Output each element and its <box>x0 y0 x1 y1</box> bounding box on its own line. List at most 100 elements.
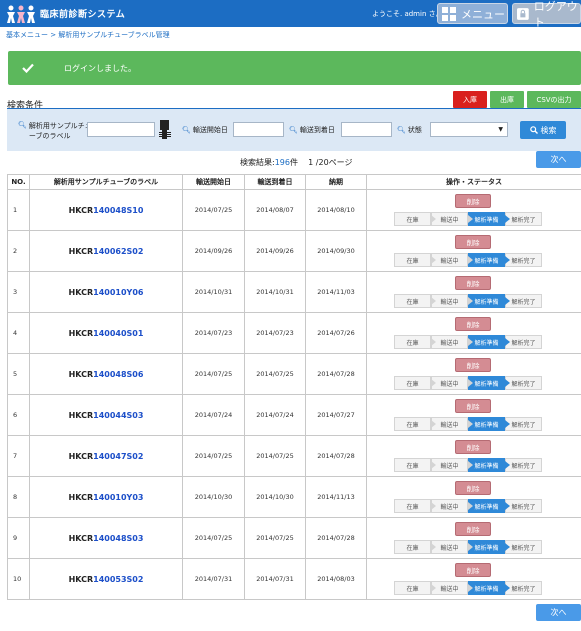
status-step: 解析完了 <box>505 253 542 267</box>
start-date-cell: 2014/10/30 <box>182 476 245 518</box>
table-row: 6 HKCR140044S03 2014/07/24 2014/07/24 20… <box>7 394 581 436</box>
start-date-cell: 2014/07/31 <box>182 558 245 600</box>
tube-label-cell[interactable]: HKCR140048S03 <box>29 517 183 559</box>
tube-label-text-2: ーブのラベル <box>28 132 71 140</box>
label-number[interactable]: 140040S01 <box>93 329 143 338</box>
label-number[interactable]: 140047S02 <box>93 452 143 461</box>
table-row: 10 HKCR140053S02 2014/07/31 2014/07/31 2… <box>7 558 581 600</box>
status-step-label: 輸送中 <box>440 421 459 429</box>
operations-cell: 削除 在庫 輸送中 解析準備 解析完了 <box>366 230 581 272</box>
label-number[interactable]: 140048S06 <box>93 370 143 379</box>
tube-label-text-1: 解析用サンプルチュ <box>28 122 92 130</box>
search-icon: 🔍︎ <box>182 126 191 134</box>
status-steps: 在庫 輸送中 解析準備 解析完了 <box>394 376 542 390</box>
label-prefix: HKCR <box>68 246 94 256</box>
status-step: 輸送中 <box>431 335 473 349</box>
status-step: 輸送中 <box>431 540 473 554</box>
arrival-date-cell: 2014/07/23 <box>244 312 306 354</box>
status-step: 在庫 <box>394 335 436 349</box>
due-date-cell: 2014/07/28 <box>305 353 367 395</box>
search-button[interactable]: 検索 <box>520 121 566 139</box>
delete-button[interactable]: 削除 <box>455 276 491 290</box>
delete-button[interactable]: 削除 <box>455 194 491 208</box>
label-number[interactable]: 140044S03 <box>93 411 143 420</box>
label-number[interactable]: 140048S03 <box>93 534 143 543</box>
label-prefix: HKCR <box>68 410 94 420</box>
result-suffix: 件 <box>289 158 298 167</box>
status-step: 解析完了 <box>505 294 542 308</box>
arrival-date-cell: 2014/10/31 <box>244 271 306 313</box>
tube-label-cell[interactable]: HKCR140053S02 <box>29 558 183 600</box>
status-step-label: 解析準備 <box>474 544 499 552</box>
start-date-cell: 2014/07/25 <box>182 353 245 395</box>
status-step: 解析準備 <box>468 540 510 554</box>
next-page-button-top[interactable]: 次へ <box>536 151 581 168</box>
result-count: 196 <box>274 158 290 167</box>
check-icon <box>8 51 48 85</box>
status-step-label: 解析準備 <box>474 339 499 347</box>
logo-figures-icon <box>7 5 35 23</box>
stock-out-button[interactable]: 出庫 <box>490 91 524 108</box>
arrival-date-label: 🔍︎ 輸送到着日 <box>289 125 335 135</box>
row-number: 4 <box>7 312 30 354</box>
status-step: 輸送中 <box>431 212 473 226</box>
result-prefix: 検索結果: <box>240 158 275 167</box>
status-step-label: 解析準備 <box>474 257 499 265</box>
delete-button[interactable]: 削除 <box>455 563 491 577</box>
tube-label-cell[interactable]: HKCR140010Y06 <box>29 271 183 313</box>
tube-label-input[interactable] <box>87 122 155 137</box>
status-step: 在庫 <box>394 581 436 595</box>
next-page-button-bottom[interactable]: 次へ <box>536 604 581 621</box>
tube-label-cell[interactable]: HKCR140062S02 <box>29 230 183 272</box>
search-button-label: 検索 <box>540 125 557 135</box>
delete-button[interactable]: 削除 <box>455 481 491 495</box>
status-step-label: 解析準備 <box>474 462 499 470</box>
start-date-cell: 2014/07/25 <box>182 517 245 559</box>
menu-button[interactable]: メニュー <box>437 3 508 24</box>
barcode-scanner-icon[interactable] <box>159 120 171 139</box>
status-step-label: 在庫 <box>406 585 419 593</box>
status-select[interactable]: ▼ <box>430 122 508 137</box>
delete-button[interactable]: 削除 <box>455 440 491 454</box>
tube-label-cell[interactable]: HKCR140044S03 <box>29 394 183 436</box>
status-step: 解析準備 <box>468 294 510 308</box>
label-number[interactable]: 140010Y06 <box>93 288 143 297</box>
delete-button[interactable]: 削除 <box>455 317 491 331</box>
label-prefix: HKCR <box>68 328 94 338</box>
status-step: 在庫 <box>394 376 436 390</box>
tube-label-cell[interactable]: HKCR140040S01 <box>29 312 183 354</box>
delete-button[interactable]: 削除 <box>455 399 491 413</box>
start-date-input[interactable] <box>233 122 284 137</box>
arrival-date-input[interactable] <box>341 122 392 137</box>
app-header: 臨床前診断システム ようこそ. admin さん メニュー ログアウト <box>0 0 581 29</box>
status-step-label: 解析準備 <box>474 216 499 224</box>
status-steps: 在庫 輸送中 解析準備 解析完了 <box>394 458 542 472</box>
logout-button[interactable]: ログアウト <box>512 0 581 29</box>
tube-label-cell[interactable]: HKCR140010Y03 <box>29 476 183 518</box>
csv-export-button[interactable]: CSVの出力 <box>527 91 581 108</box>
tube-label-cell[interactable]: HKCR140047S02 <box>29 435 183 477</box>
due-date-cell: 2014/07/28 <box>305 435 367 477</box>
label-number[interactable]: 140062S02 <box>93 247 143 256</box>
start-date-cell: 2014/10/31 <box>182 271 245 313</box>
arrival-date-cell: 2014/07/25 <box>244 435 306 477</box>
label-number[interactable]: 140048S10 <box>93 206 143 215</box>
label-number[interactable]: 140053S02 <box>93 575 143 584</box>
delete-button[interactable]: 削除 <box>455 358 491 372</box>
status-step-label: 解析準備 <box>474 298 499 306</box>
label-number[interactable]: 140010Y03 <box>93 493 143 502</box>
breadcrumb[interactable]: 基本メニュー > 解析用サンプルチューブラベル管理 <box>6 30 170 40</box>
arrival-date-cell: 2014/07/24 <box>244 394 306 436</box>
status-step-label: 在庫 <box>406 544 419 552</box>
app-logo[interactable]: 臨床前診断システム <box>6 3 125 24</box>
stock-in-button[interactable]: 入庫 <box>453 91 487 108</box>
status-steps: 在庫 輸送中 解析準備 解析完了 <box>394 212 542 226</box>
delete-button[interactable]: 削除 <box>455 235 491 249</box>
tube-label-cell[interactable]: HKCR140048S06 <box>29 353 183 395</box>
delete-button[interactable]: 削除 <box>455 522 491 536</box>
tube-label-cell[interactable]: HKCR140048S10 <box>29 189 183 231</box>
status-step: 解析完了 <box>505 581 542 595</box>
chevron-down-icon: ▼ <box>498 126 503 133</box>
start-date-label-text: 輸送開始日 <box>192 126 228 134</box>
col-no: NO. <box>7 174 30 190</box>
